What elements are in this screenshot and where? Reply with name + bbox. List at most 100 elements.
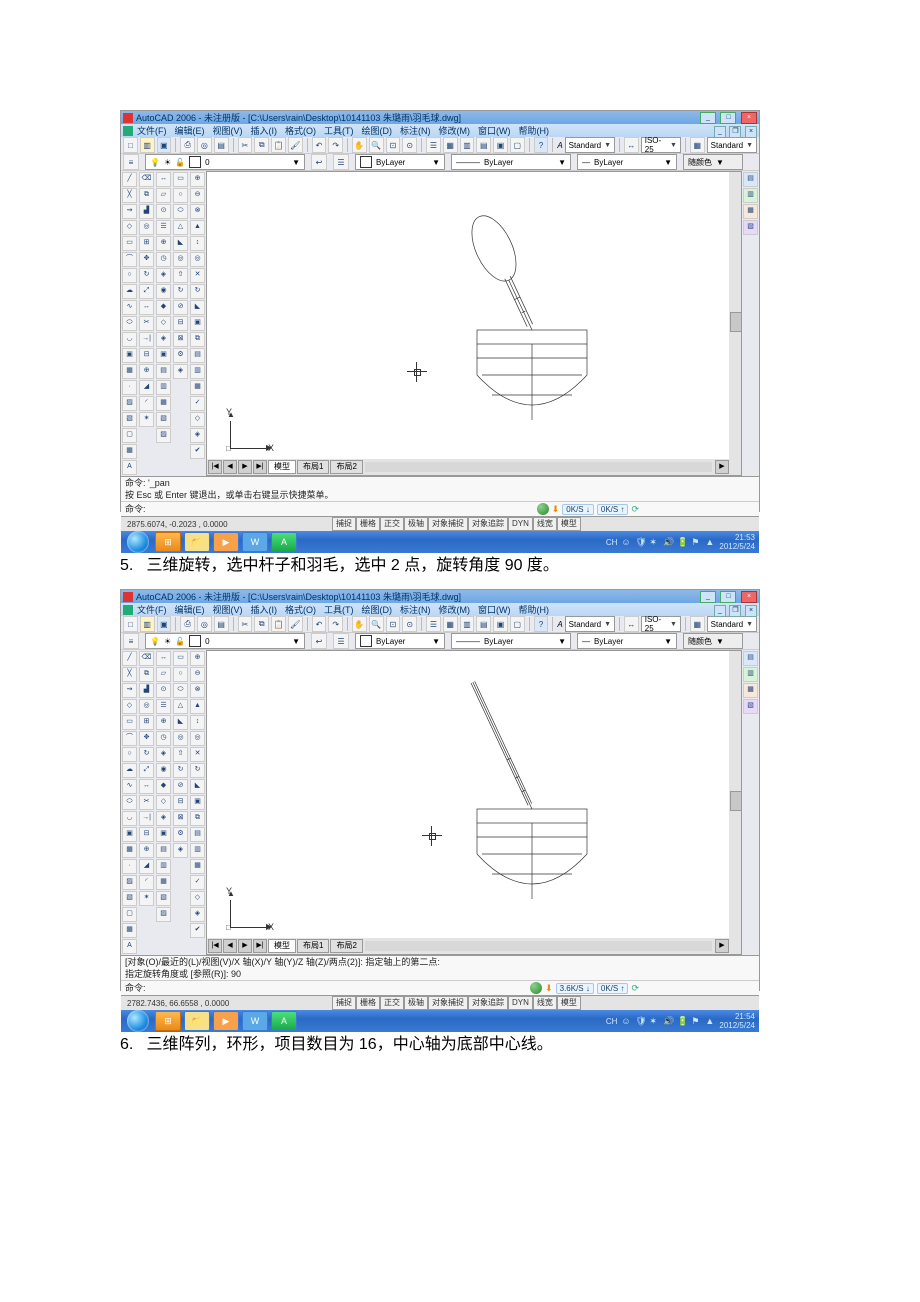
join-icon[interactable]: ⊕ (139, 364, 154, 379)
menu-format[interactable]: 格式(O) (285, 603, 316, 616)
menu-window[interactable]: 窗口(W) (478, 603, 511, 616)
doc-restore-button[interactable]: ❐ (729, 126, 741, 138)
id-icon[interactable]: ⊕ (156, 236, 171, 251)
right-tool3-icon[interactable]: ▦ (743, 204, 758, 219)
print-icon[interactable]: ⎙ (180, 616, 195, 632)
other2-icon[interactable]: ◇ (156, 316, 171, 331)
publish-icon[interactable]: ▤ (214, 616, 229, 632)
union-icon[interactable]: ⊕ (190, 651, 205, 666)
copy-tool-icon[interactable]: ⧉ (139, 188, 154, 203)
status-icon[interactable]: ◈ (156, 747, 171, 762)
revcloud-icon[interactable]: ☁ (122, 284, 137, 299)
designcenter-icon[interactable]: ▦ (443, 137, 458, 153)
doc-minimize-button[interactable]: _ (714, 126, 726, 138)
menu-edit[interactable]: 编辑(E) (175, 124, 205, 137)
maximize-button[interactable]: □ (720, 591, 736, 603)
block-icon[interactable]: ▦ (122, 364, 137, 379)
array-icon[interactable]: ⊞ (139, 715, 154, 730)
revolve-icon[interactable]: ↻ (173, 763, 188, 778)
mass-icon[interactable]: ⊙ (156, 204, 171, 219)
toolpalette-icon[interactable]: ▥ (460, 137, 475, 153)
open-icon[interactable]: ▥ (140, 137, 155, 153)
other8-icon[interactable]: ▧ (156, 412, 171, 427)
mode-snap[interactable]: 捕捉 (332, 517, 356, 531)
tab-last-icon[interactable]: ▶| (253, 460, 267, 474)
mode-osnap[interactable]: 对象捕捉 (428, 517, 468, 531)
box-icon[interactable]: ▭ (173, 172, 188, 187)
doc-close-button[interactable]: × (745, 605, 757, 617)
other3-icon[interactable]: ◈ (156, 811, 171, 826)
mode-polar[interactable]: 极轴 (404, 517, 428, 531)
stretch-icon[interactable]: ↔ (139, 779, 154, 794)
menu-view[interactable]: 视图(V) (213, 603, 243, 616)
move-icon[interactable]: ✥ (139, 252, 154, 267)
dimstyle-icon[interactable]: ↔ (624, 137, 639, 153)
moveface-icon[interactable]: ↕ (190, 715, 205, 730)
plotstyle-dropdown[interactable]: 随颜色▼ (683, 154, 743, 170)
mirror-icon[interactable]: ▟ (139, 204, 154, 219)
stretch-icon[interactable]: ↔ (139, 300, 154, 315)
taperface-icon[interactable]: ◣ (190, 300, 205, 315)
colorface-icon[interactable]: ▣ (190, 795, 205, 810)
deleteface-icon[interactable]: ✕ (190, 268, 205, 283)
other6-icon[interactable]: ▥ (156, 859, 171, 874)
separate-icon[interactable]: ◇ (190, 412, 205, 427)
publish-icon[interactable]: ▤ (214, 137, 229, 153)
hscroll-right-icon[interactable]: ▶ (715, 460, 729, 474)
explode-icon[interactable]: ✶ (139, 412, 154, 427)
menu-dimension[interactable]: 标注(N) (400, 603, 431, 616)
xline-icon[interactable]: ╳ (122, 667, 137, 682)
other2-icon[interactable]: ◇ (156, 795, 171, 810)
erase-icon[interactable]: ⌫ (139, 651, 154, 666)
mode-snap[interactable]: 捕捉 (332, 996, 356, 1010)
menu-insert[interactable]: 插入(I) (251, 603, 278, 616)
gradient-icon[interactable]: ▧ (122, 412, 137, 427)
drawing-canvas[interactable]: ▲ ▶ □ Y X |◀ ◀ ▶ ▶| 模型 (206, 171, 742, 476)
menu-format[interactable]: 格式(O) (285, 124, 316, 137)
rect-icon[interactable]: ▭ (122, 236, 137, 251)
copyedge-icon[interactable]: ▥ (190, 364, 205, 379)
hatch-icon[interactable]: ▨ (122, 875, 137, 890)
offsetface-icon[interactable]: ◎ (190, 731, 205, 746)
dist-icon[interactable]: ↔ (156, 651, 171, 666)
menu-tools[interactable]: 工具(T) (324, 124, 354, 137)
intersect-icon[interactable]: ⊗ (190, 683, 205, 698)
taskbar-item-media[interactable]: ▶ (213, 1011, 239, 1031)
rotate-icon[interactable]: ↻ (139, 747, 154, 762)
menu-view[interactable]: 视图(V) (213, 124, 243, 137)
point-icon[interactable]: · (122, 380, 137, 395)
color-dropdown[interactable]: ByLayer▼ (355, 154, 445, 170)
gradient-icon[interactable]: ▧ (122, 891, 137, 906)
properties-icon[interactable]: ☰ (426, 616, 441, 632)
rect-icon[interactable]: ▭ (122, 715, 137, 730)
pan-icon[interactable]: ✋ (352, 137, 367, 153)
other6-icon[interactable]: ▥ (156, 380, 171, 395)
table-icon[interactable]: ▦ (122, 923, 137, 938)
mode-grid[interactable]: 栅格 (356, 996, 380, 1010)
imprint-icon[interactable]: ▦ (190, 380, 205, 395)
mode-model[interactable]: 模型 (557, 517, 581, 531)
explode-icon[interactable]: ✶ (139, 891, 154, 906)
break-icon[interactable]: ⊟ (139, 827, 154, 842)
spline-icon[interactable]: ∿ (122, 300, 137, 315)
minimize-button[interactable]: _ (700, 112, 716, 124)
polygon-icon[interactable]: ◇ (122, 699, 137, 714)
cut-icon[interactable]: ✂ (238, 616, 253, 632)
mass-icon[interactable]: ⊙ (156, 683, 171, 698)
tab-next-icon[interactable]: ▶ (238, 939, 252, 953)
new-icon[interactable]: □ (123, 616, 138, 632)
break-icon[interactable]: ⊟ (139, 348, 154, 363)
tray-vol-icon[interactable]: 🔊 (663, 1016, 673, 1026)
table-style-dropdown[interactable]: Standard▼ (707, 616, 757, 632)
shell-icon[interactable]: ◈ (190, 428, 205, 443)
menu-window[interactable]: 窗口(W) (478, 124, 511, 137)
other3-icon[interactable]: ◈ (156, 332, 171, 347)
arc-icon[interactable]: ⌒ (122, 252, 137, 267)
mirror-icon[interactable]: ▟ (139, 683, 154, 698)
taskbar-item-1[interactable]: ⊞ (155, 532, 181, 552)
paste-icon[interactable]: 📋 (271, 137, 286, 153)
sheetset-icon[interactable]: ▤ (476, 137, 491, 153)
menu-edit[interactable]: 编辑(E) (175, 603, 205, 616)
scale-icon[interactable]: ⤢ (139, 763, 154, 778)
torus-icon[interactable]: ◎ (173, 731, 188, 746)
